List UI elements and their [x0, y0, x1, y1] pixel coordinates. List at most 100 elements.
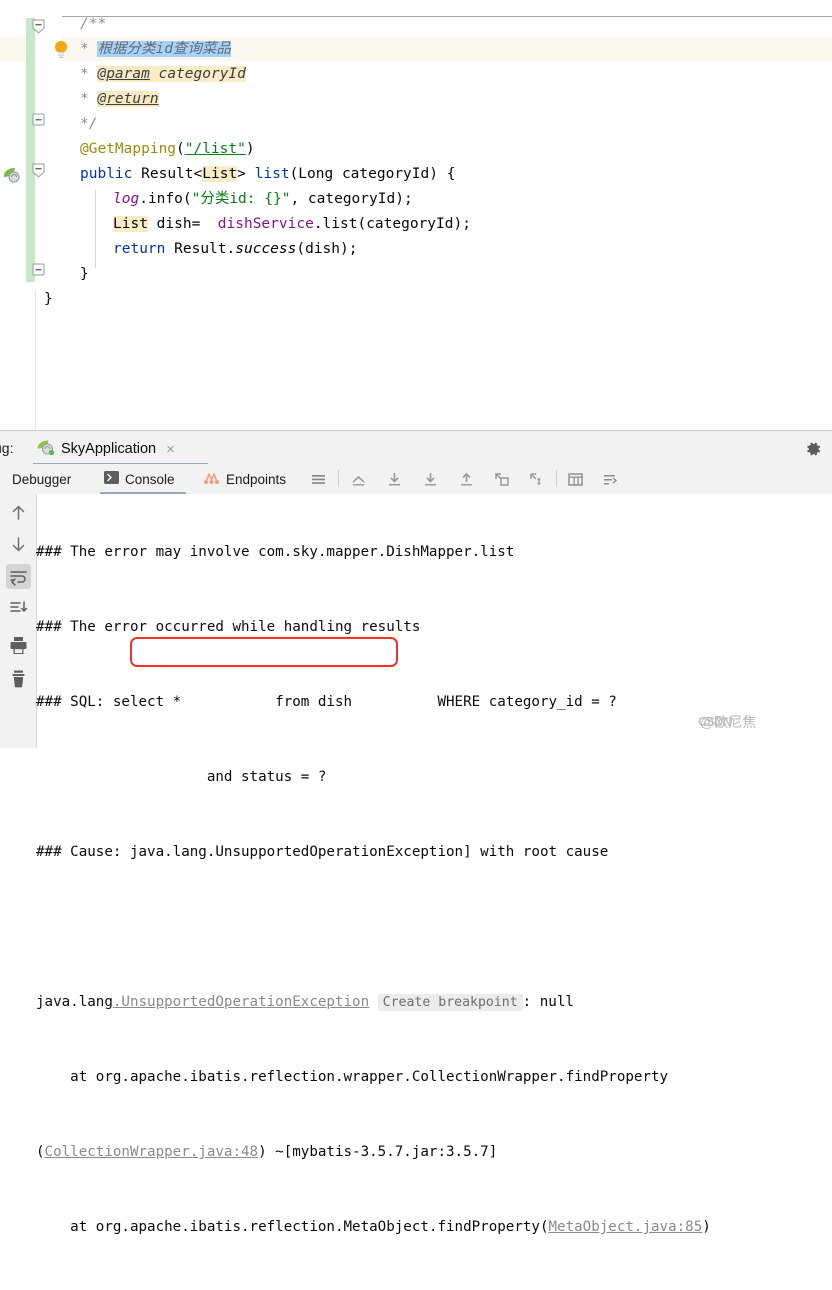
code-token-space4	[165, 241, 174, 257]
table-icon[interactable]	[567, 471, 584, 488]
code-token-doc-text[interactable]: 根据分类id查询菜品	[97, 41, 231, 57]
print-icon[interactable]	[8, 635, 29, 656]
scroll-up-icon[interactable]	[8, 502, 29, 523]
code-token-mapping-path[interactable]: "/list"	[185, 141, 246, 157]
exception-class-link[interactable]: .UnsupportedOperationException	[113, 994, 369, 1010]
filter-icon[interactable]	[602, 471, 619, 488]
code-token-paren: )	[245, 141, 255, 157]
console-line: ### Cause: java.lang.UnsupportedOperatio…	[36, 844, 609, 860]
jar-info: ) ~[mybatis-3.5.7.jar:3.5.7]	[258, 1144, 498, 1160]
console-line: and status = ?	[36, 769, 327, 785]
exception-package: java.lang	[36, 994, 113, 1010]
fold-collapse-icon[interactable]	[32, 163, 45, 178]
code-token-paren: );	[395, 191, 413, 207]
code-token-comment-star: *	[80, 91, 98, 107]
run-configuration-tab[interactable]: SkyApplication ×	[30, 435, 181, 463]
code-token-dot: .	[313, 216, 323, 232]
code-editor[interactable]: /** * 根据分类id查询菜品 * @param categoryId * @…	[0, 0, 832, 430]
paren-open: (	[36, 1144, 45, 1160]
code-token-var-dish: dish	[305, 241, 341, 257]
code-token-comment-star: *	[80, 66, 98, 82]
code-token-space2	[333, 166, 342, 182]
code-token-paren: (	[296, 241, 306, 257]
code-token-list-type: List	[202, 166, 238, 182]
stack-file-link[interactable]: MetaObject.java:85	[549, 1219, 703, 1235]
step-out-icon[interactable]	[350, 471, 367, 488]
fold-expand-icon[interactable]	[32, 263, 45, 276]
debug-window-label: ug:	[0, 440, 14, 456]
code-token-gt: >	[237, 166, 255, 182]
console-line: ### The error occurred while handling re…	[36, 619, 421, 635]
code-token-paren: (	[182, 191, 192, 207]
code-token-method-list: list	[322, 216, 358, 232]
run-to-cursor-icon[interactable]	[493, 471, 510, 488]
spring-bean-icon[interactable]	[2, 166, 20, 184]
scroll-to-end-icon[interactable]	[8, 598, 29, 619]
close-icon[interactable]: ×	[166, 441, 175, 458]
code-token-result-type: Result	[174, 241, 227, 257]
editor-gutter[interactable]	[0, 0, 67, 430]
run-tab-title: SkyApplication	[61, 441, 157, 457]
soft-wrap-icon[interactable]	[6, 564, 31, 589]
code-token-comment-open: /**	[80, 16, 107, 32]
code-token-brace-close: }	[44, 291, 53, 307]
stack-file-link[interactable]: CollectionWrapper.java:48	[45, 1144, 259, 1160]
code-token-result-type: Result	[141, 166, 194, 182]
fold-collapse-icon[interactable]	[32, 19, 45, 34]
console-output[interactable]: ### The error may involve com.sky.mapper…	[0, 494, 832, 1235]
toolbar-separator	[556, 470, 557, 487]
menu-icon[interactable]	[310, 471, 327, 488]
step-into-icon[interactable]	[422, 471, 439, 488]
debug-window-header: ug: SkyApplication ×	[0, 431, 832, 466]
code-token-comment-close: */	[80, 116, 98, 132]
code-token-arg: categoryId	[341, 166, 430, 182]
code-token-paren: );	[340, 241, 358, 257]
code-token-param-value: categoryId	[158, 66, 246, 82]
vcs-change-marker[interactable]	[26, 18, 35, 282]
force-step-into-icon[interactable]	[458, 471, 475, 488]
code-token-comma: ,	[290, 191, 308, 207]
code-token-var-dish: dish	[156, 216, 192, 232]
caret-line-gutter-highlight	[0, 36, 26, 61]
console-icon	[104, 471, 119, 487]
code-token-param-tag[interactable]: @param	[97, 66, 150, 82]
gear-icon[interactable]	[803, 439, 823, 459]
fold-expand-icon[interactable]	[32, 113, 45, 126]
console-side-toolbar[interactable]	[0, 494, 37, 748]
code-token-long-type: Long	[298, 166, 334, 182]
endpoints-icon	[203, 471, 220, 488]
code-token-brace-close: }	[80, 266, 89, 282]
console-text-lines[interactable]: ### The error may involve com.sky.mapper…	[36, 490, 832, 1290]
toolbar-separator	[338, 470, 339, 487]
code-token-list-type: List	[113, 216, 148, 232]
code-token-log-method: info	[147, 191, 183, 207]
code-token-method-name[interactable]: list	[255, 166, 290, 182]
console-line: ### The error may involve com.sky.mapper…	[36, 544, 515, 560]
code-token-assign: =	[191, 216, 218, 232]
code-lines[interactable]: /** * 根据分类id查询菜品 * @param categoryId * @…	[44, 0, 832, 430]
code-token-paren: );	[453, 216, 471, 232]
clear-all-icon[interactable]	[8, 668, 29, 689]
code-token-logger: log	[113, 191, 140, 207]
create-breakpoint-chip[interactable]: Create breakpoint	[377, 994, 523, 1011]
code-token-return-tag[interactable]: @return	[97, 91, 159, 107]
console-line: at org.apache.ibatis.reflection.wrapper.…	[36, 1069, 669, 1085]
code-token-comment-star: *	[80, 41, 98, 57]
step-over-icon[interactable]	[386, 471, 403, 488]
stack-prefix: at org.apache.ibatis.reflection.MetaObje…	[36, 1219, 549, 1235]
console-space	[369, 994, 378, 1010]
code-token-annotation[interactable]: @GetMapping	[80, 141, 176, 157]
code-token-space3	[148, 216, 157, 232]
code-token-paren: (	[176, 141, 185, 157]
evaluate-icon[interactable]	[528, 471, 545, 488]
console-exception-line: java.lang.UnsupportedOperationException …	[36, 990, 832, 1015]
debug-tool-window[interactable]: ug: SkyApplication ×	[0, 430, 832, 1235]
code-token-dot: .	[139, 191, 148, 207]
scroll-down-icon[interactable]	[8, 534, 29, 555]
tab-console-label: Console	[125, 471, 175, 487]
spring-boot-icon	[36, 439, 55, 459]
exception-message: : null	[522, 994, 574, 1010]
code-token-paren: )	[429, 166, 447, 182]
